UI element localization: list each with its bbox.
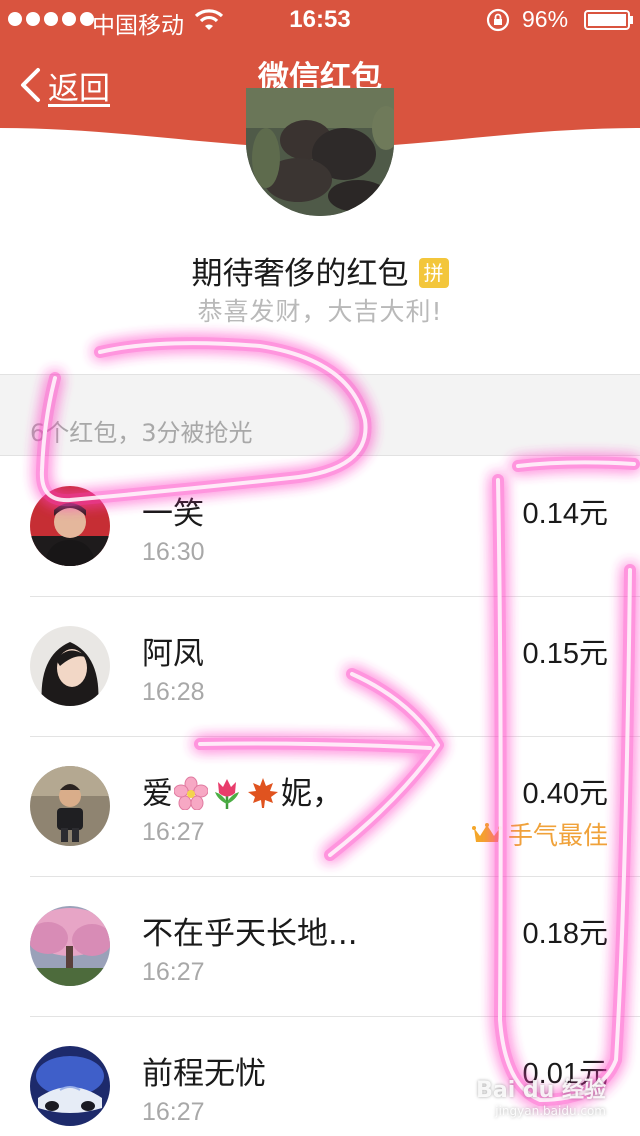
tulip-emoji — [215, 779, 239, 809]
sender-avatar-photo — [246, 88, 394, 216]
avatar[interactable] — [30, 906, 110, 986]
avatar[interactable] — [30, 626, 110, 706]
pin-badge: 拼 — [418, 258, 449, 288]
record-time: 16:30 — [142, 538, 205, 566]
best-luck-tag: 手气最佳 — [471, 816, 608, 852]
orientation-lock-icon — [486, 8, 510, 32]
record-time: 16:27 — [142, 958, 205, 986]
list-item[interactable]: 阿凤 16:28 0.15元 — [0, 596, 640, 736]
list-item[interactable]: 不在乎天长地... 16:27 0.18元 — [0, 876, 640, 1016]
sender-name: 期待奢侈的红包 — [191, 256, 409, 292]
summary-band: 6个红包，3分被抢光 — [0, 374, 640, 456]
record-name: 阿凤 — [142, 636, 204, 672]
battery-percent: 96% — [522, 6, 569, 32]
list-item[interactable]: 一笑 16:30 0.14元 — [0, 456, 640, 596]
watermark-url: jingyan.baidu.com — [495, 1104, 606, 1118]
record-amount: 0.15元 — [522, 638, 608, 670]
avatar[interactable] — [30, 766, 110, 846]
avatar[interactable] — [30, 486, 110, 566]
battery-icon — [584, 10, 633, 30]
maple-leaf-emoji — [248, 778, 278, 808]
record-amount: 0.18元 — [522, 918, 608, 950]
avatar[interactable] — [30, 1046, 110, 1126]
record-name: 爱 妮， — [142, 768, 343, 813]
record-time: 16:28 — [142, 678, 205, 706]
sakura-emoji — [174, 776, 208, 810]
record-name: 不在乎天长地... — [142, 916, 358, 952]
blessing-text: 恭喜发财，大吉大利! — [197, 297, 443, 326]
record-name-part: 妮， — [281, 776, 343, 812]
sender-avatar[interactable] — [246, 88, 394, 216]
watermark: Bai du 经验 jingyan.baidu.com — [476, 1072, 606, 1118]
record-name: 一笑 — [142, 496, 204, 532]
best-luck-label: 手气最佳 — [507, 821, 608, 850]
record-name-part: 爱 — [142, 776, 173, 812]
record-amount: 0.14元 — [522, 498, 608, 530]
record-name: 前程无忧 — [142, 1056, 266, 1092]
crown-icon — [471, 823, 502, 842]
record-list: 一笑 16:30 0.14元 阿凤 16:28 0.15元 爱 妮， 16:27… — [0, 456, 640, 1136]
sender-row: 期待奢侈的红包拼 — [0, 248, 640, 293]
watermark-brand: Bai du 经验 — [476, 1078, 606, 1103]
record-time: 16:27 — [142, 818, 205, 846]
list-item[interactable]: 爱 妮， 16:27 0.40元 手气最佳 — [0, 736, 640, 876]
record-time: 16:27 — [142, 1098, 205, 1126]
status-bar: 中国移动 16:53 96% — [0, 0, 640, 40]
record-amount: 0.40元 — [522, 778, 608, 810]
summary-text: 6个红包，3分被抢光 — [30, 419, 253, 447]
